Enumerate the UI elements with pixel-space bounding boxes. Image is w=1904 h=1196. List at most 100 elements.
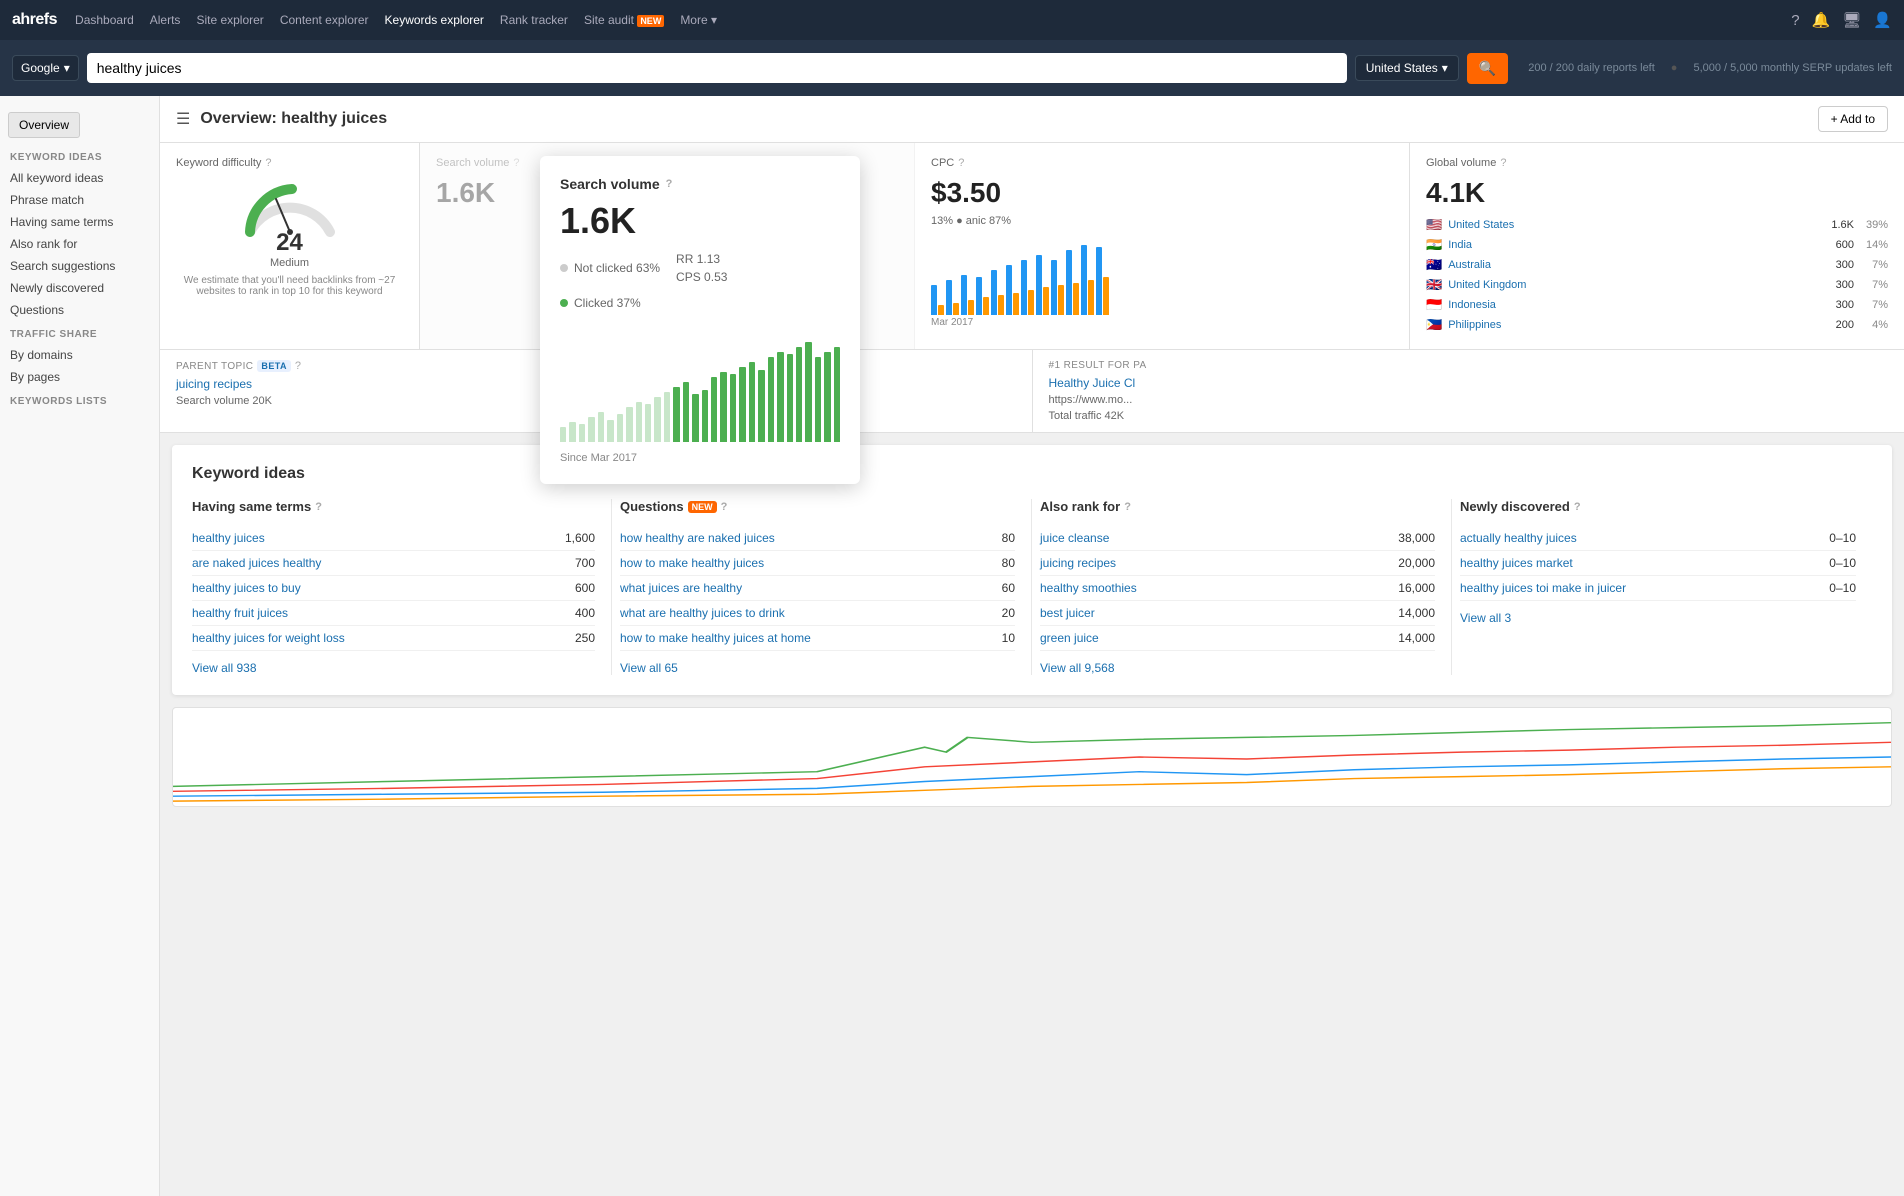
sidebar-item-having-same-terms[interactable]: Having same terms — [0, 211, 159, 233]
keyword-link[interactable]: healthy juices toi make in juicer — [1460, 581, 1626, 595]
country-name[interactable]: Indonesia — [1448, 299, 1829, 311]
keyword-link[interactable]: juice cleanse — [1040, 531, 1109, 545]
view-all-link[interactable]: View all 9,568 — [1040, 661, 1435, 675]
country-chevron: ▾ — [1442, 61, 1448, 75]
engine-select[interactable]: Google ▾ — [12, 55, 79, 81]
difficulty-help-icon[interactable]: ? — [265, 157, 271, 169]
cpc-help-icon[interactable]: ? — [958, 157, 964, 169]
hamburger-icon[interactable]: ☰ — [176, 109, 190, 129]
chart-bar — [683, 382, 689, 442]
nav-content-explorer[interactable]: Content explorer — [280, 13, 369, 27]
country-name[interactable]: Philippines — [1448, 319, 1829, 331]
country-name[interactable]: Australia — [1448, 259, 1829, 271]
notifications-icon[interactable]: 🔔 — [1812, 11, 1831, 29]
view-all-link[interactable]: View all 65 — [620, 661, 1015, 675]
keyword-link[interactable]: healthy juices for weight loss — [192, 631, 345, 645]
new-badge: NEW — [688, 501, 717, 513]
chart-bar — [777, 352, 783, 442]
keyword-link[interactable]: best juicer — [1040, 606, 1095, 620]
country-count: 300 — [1836, 279, 1854, 291]
nav-alerts[interactable]: Alerts — [150, 13, 181, 27]
monitor-icon[interactable]: 🖥 — [1842, 11, 1861, 29]
keyword-count: 14,000 — [1398, 631, 1435, 645]
keyword-link[interactable]: what are healthy juices to drink — [620, 606, 785, 620]
ideas-column-2: Also rank for? juice cleanse 38,000 juic… — [1032, 499, 1452, 675]
sv-help-icon[interactable]: ? — [513, 157, 519, 169]
country-name[interactable]: India — [1448, 239, 1829, 251]
country-select[interactable]: United States ▾ — [1355, 55, 1459, 81]
keyword-link[interactable]: how to make healthy juices — [620, 556, 764, 570]
popup-value: 1.6K — [560, 200, 840, 242]
keyword-link[interactable]: what juices are healthy — [620, 581, 742, 595]
search-bar: Google ▾ United States ▾ 🔍 200 / 200 dai… — [0, 40, 1904, 96]
keyword-ideas-section: Keyword ideas Having same terms? healthy… — [172, 445, 1892, 695]
keyword-link[interactable]: healthy smoothies — [1040, 581, 1137, 595]
popup-help-icon[interactable]: ? — [666, 178, 673, 190]
keyword-link[interactable]: healthy juices market — [1460, 556, 1573, 570]
keyword-row: healthy fruit juices 400 — [192, 601, 595, 626]
col-help-icon-2[interactable]: ? — [1124, 501, 1131, 513]
sidebar-item-also-rank-for[interactable]: Also rank for — [0, 233, 159, 255]
keyword-link[interactable]: how healthy are naked juices — [620, 531, 775, 545]
sidebar-item-by-pages[interactable]: By pages — [0, 366, 159, 388]
sidebar-item-phrase-match[interactable]: Phrase match — [0, 189, 159, 211]
country-name[interactable]: United States — [1448, 219, 1825, 231]
difficulty-note: We estimate that you'll need backlinks f… — [176, 275, 403, 297]
keyword-link[interactable]: juicing recipes — [1040, 556, 1116, 570]
view-all-link[interactable]: View all 3 — [1460, 611, 1856, 625]
chart-bar — [636, 402, 642, 442]
global-list-item: 🇬🇧 United Kingdom 300 7% — [1426, 275, 1888, 295]
keyword-link[interactable]: green juice — [1040, 631, 1099, 645]
nav-dashboard[interactable]: Dashboard — [75, 13, 134, 27]
nav-site-audit[interactable]: Site audit NEW — [584, 13, 664, 27]
chart-bar — [692, 394, 698, 442]
keyword-link[interactable]: healthy juices to buy — [192, 581, 301, 595]
search-button[interactable]: 🔍 — [1467, 53, 1508, 84]
content-layout: Overview KEYWORD IDEAS All keyword ideas… — [0, 96, 1904, 1196]
keyword-link[interactable]: actually healthy juices — [1460, 531, 1577, 545]
chart-bar — [607, 420, 613, 442]
keyword-count: 80 — [1002, 531, 1015, 545]
sidebar-item-newly-discovered[interactable]: Newly discovered — [0, 277, 159, 299]
nav-rank-tracker[interactable]: Rank tracker — [500, 13, 568, 27]
sidebar-item-search-suggestions[interactable]: Search suggestions — [0, 255, 159, 277]
chart-bar — [560, 427, 566, 442]
country-name[interactable]: United Kingdom — [1448, 279, 1829, 291]
col-help-icon-1[interactable]: ? — [721, 501, 728, 513]
keyword-link[interactable]: healthy fruit juices — [192, 606, 288, 620]
result1-link[interactable]: Healthy Juice Cl — [1049, 376, 1136, 390]
parent-topic-help-icon[interactable]: ? — [295, 360, 302, 372]
keyword-count: 0–10 — [1829, 531, 1856, 545]
search-input[interactable] — [87, 53, 1347, 83]
keyword-count: 20 — [1002, 606, 1015, 620]
nav-more[interactable]: More ▾ — [680, 13, 717, 27]
add-to-button[interactable]: + Add to — [1818, 106, 1888, 132]
parent-topic-link[interactable]: juicing recipes — [176, 377, 252, 391]
sidebar-item-questions[interactable]: Questions — [0, 299, 159, 321]
gv-help-icon[interactable]: ? — [1500, 157, 1506, 169]
keyword-row: are naked juices healthy 700 — [192, 551, 595, 576]
country-count: 200 — [1836, 319, 1854, 331]
country-flag: 🇮🇳 — [1426, 237, 1442, 253]
keyword-count: 16,000 — [1398, 581, 1435, 595]
nav-keywords-explorer[interactable]: Keywords explorer — [385, 13, 484, 27]
search-volume-popup: Search volume ? 1.6K Not clicked 63% RR … — [540, 156, 860, 484]
chart-bar — [720, 372, 726, 442]
keyword-link[interactable]: healthy juices — [192, 531, 265, 545]
chart-bar — [626, 407, 632, 442]
view-all-link[interactable]: View all 938 — [192, 661, 595, 675]
keyword-link[interactable]: are naked juices healthy — [192, 556, 321, 570]
col-help-icon-3[interactable]: ? — [1574, 501, 1581, 513]
overview-button[interactable]: Overview — [8, 112, 80, 138]
country-pct: 7% — [1860, 299, 1888, 311]
result1-card: #1 result for pa Healthy Juice Cl https:… — [1033, 350, 1904, 432]
chart-bar — [805, 342, 811, 442]
user-icon[interactable]: 👤 — [1873, 11, 1892, 29]
col-help-icon-0[interactable]: ? — [315, 501, 322, 513]
keyword-link[interactable]: how to make healthy juices at home — [620, 631, 811, 645]
keyword-row: healthy juices market 0–10 — [1460, 551, 1856, 576]
sidebar-item-all-keyword-ideas[interactable]: All keyword ideas — [0, 167, 159, 189]
help-icon[interactable]: ? — [1791, 12, 1799, 29]
sidebar-item-by-domains[interactable]: By domains — [0, 344, 159, 366]
nav-site-explorer[interactable]: Site explorer — [196, 13, 263, 27]
